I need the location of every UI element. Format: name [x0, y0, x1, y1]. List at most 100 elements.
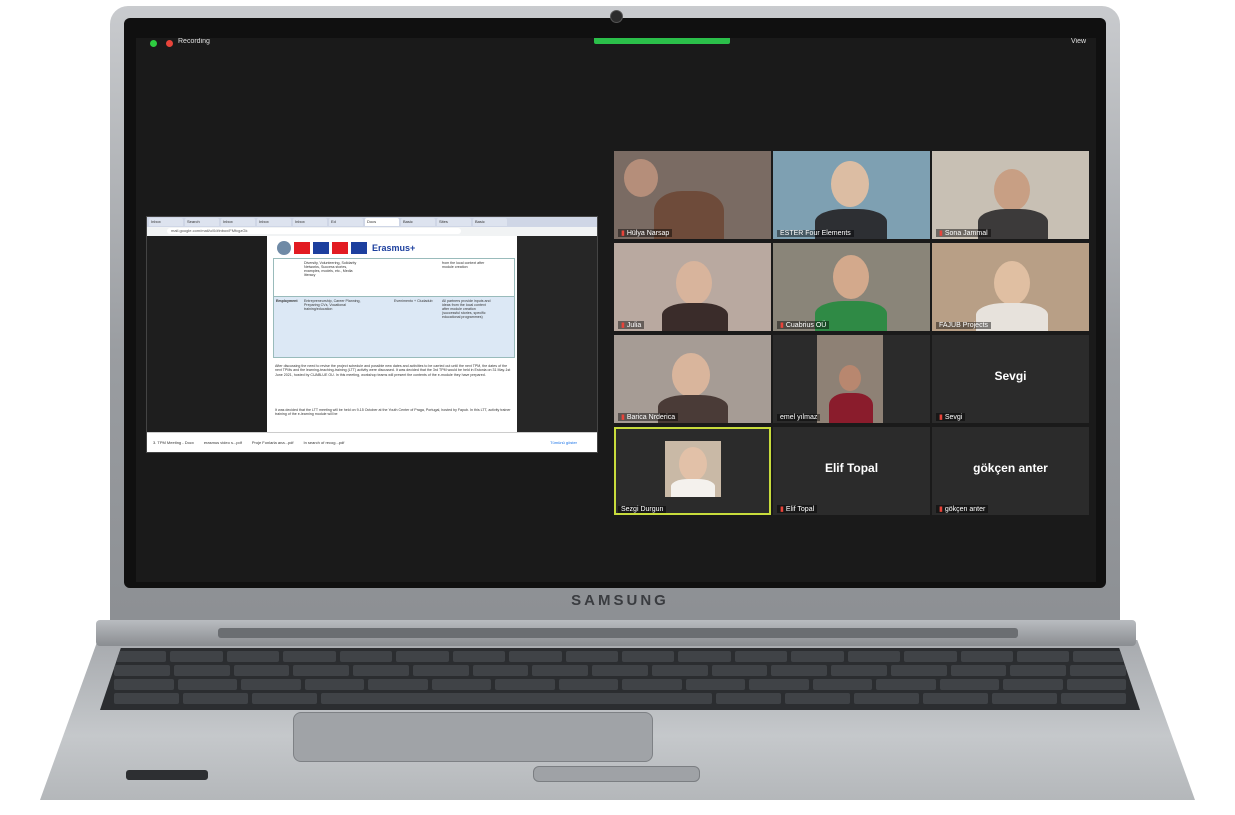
participant-video — [829, 393, 873, 423]
keyboard-row — [100, 693, 1140, 704]
table-cell: Evenimento + Ciudadub — [394, 299, 433, 303]
laptop-hinge-bar — [218, 628, 1018, 638]
keyboard — [100, 648, 1140, 710]
document-right-pane — [517, 236, 597, 432]
browser-tab[interactable]: Inbox — [257, 218, 291, 226]
browser-tab-bar: Inbox Search Inbox Inbox Inbox Ed Docs B… — [147, 217, 597, 227]
webcam — [610, 10, 623, 23]
participant-video — [994, 261, 1030, 305]
keyboard-row — [100, 679, 1140, 690]
screen-share-banner[interactable] — [594, 38, 730, 44]
participant-tile[interactable]: FAJUB Projects — [932, 243, 1089, 331]
participant-display-name: Elif Topal — [824, 461, 879, 475]
participant-tile[interactable]: Sevgi ▮ Sevgi — [932, 335, 1089, 423]
screen: Recording View Inbox Search Inbox Inbox … — [136, 38, 1096, 582]
muted-mic-icon: ▮ — [780, 506, 784, 513]
participant-name: ▮ Elif Topal — [777, 505, 818, 513]
document-page: Erasmus+ Diversity, Volunteering, Solida… — [267, 236, 517, 432]
browser-tab[interactable]: Inbox — [221, 218, 255, 226]
downloads-bar: 3. TPM Meeting - Docx erasmus video s...… — [147, 432, 597, 452]
muted-mic-icon: ▮ — [621, 322, 625, 329]
browser-tab[interactable]: Inbox — [149, 218, 183, 226]
table-cell: Employment — [276, 299, 298, 303]
participant-video — [833, 255, 869, 299]
browser-tab[interactable]: Ed — [329, 218, 363, 226]
participant-tile[interactable]: ESTER Four Elements — [773, 151, 930, 239]
browser-tab[interactable]: Sites — [437, 218, 471, 226]
participant-name: ▮ Sona Jammal — [936, 229, 991, 237]
address-bar: mail.google.com/mail/u/0/#inbox/FMfcgzGk — [147, 227, 597, 236]
turkey-flag-logo — [294, 242, 310, 254]
browser-tab[interactable]: Basic — [473, 218, 507, 226]
participant-video — [662, 303, 728, 331]
document-paragraph: It was decided that the LTT meeting will… — [275, 408, 511, 417]
participant-name: ▮ gökçen anter — [936, 505, 989, 513]
muted-mic-icon: ▮ — [780, 322, 784, 329]
download-item[interactable]: Proje Fonlarla ana...pdf — [252, 440, 294, 445]
participant-tile[interactable]: ▮ Julia — [614, 243, 771, 331]
view-button[interactable]: View — [1071, 38, 1086, 45]
download-item[interactable]: 3. TPM Meeting - Docx — [153, 440, 194, 445]
participant-tile[interactable]: ▮ Hülya Narsap — [614, 151, 771, 239]
participant-tile[interactable]: gökçen anter ▮ gökçen anter — [932, 427, 1089, 515]
participant-name: ▮ Sevgi — [936, 413, 966, 421]
power-indicator — [126, 770, 208, 780]
participant-tile[interactable]: ▮ Barica Nrderica — [614, 335, 771, 423]
security-icon[interactable] — [150, 40, 157, 47]
eu-flag-logo — [313, 242, 329, 254]
download-item[interactable]: In search of recog...pdf — [303, 440, 344, 445]
url-input[interactable]: mail.google.com/mail/u/0/#inbox/FMfcgzGk — [167, 228, 461, 234]
recording-label: Recording — [178, 38, 210, 45]
participant-name: ▮ Barica Nrderica — [618, 413, 679, 421]
table-cell: Diversity, Volunteering, Solidarity Netw… — [304, 261, 357, 277]
document-left-pane — [147, 236, 267, 432]
erasmus-logo: Erasmus+ — [372, 243, 416, 253]
participant-video — [624, 159, 658, 197]
browser-tab[interactable]: Inbox — [293, 218, 327, 226]
zoom-top-bar: Recording View — [136, 38, 1096, 50]
participant-video — [679, 447, 707, 481]
recording-icon — [166, 40, 173, 47]
keyboard-row — [100, 651, 1140, 662]
show-all-downloads-link[interactable]: Tümünü göster — [550, 440, 577, 445]
agency-logo — [332, 242, 348, 254]
participant-video — [994, 169, 1030, 211]
participant-display-name: gökçen anter — [973, 461, 1048, 475]
participant-tile[interactable]: emel yılmaz — [773, 335, 930, 423]
table-row: Employment Entrepreneurship, Career Plan… — [273, 296, 515, 358]
muted-mic-icon: ▮ — [621, 414, 625, 421]
muted-mic-icon: ▮ — [939, 506, 943, 513]
browser-tab[interactable]: Basic — [401, 218, 435, 226]
participant-name: FAJUB Projects — [936, 322, 992, 329]
browser-tab[interactable]: Search — [185, 218, 219, 226]
brand-logo: SAMSUNG — [571, 592, 669, 609]
participant-tile[interactable]: ▮ Sona Jammal — [932, 151, 1089, 239]
participant-name: ▮ Cuabrius OÜ — [777, 321, 830, 329]
participant-name: ▮ Julia — [618, 321, 645, 329]
lid-notch — [533, 766, 700, 782]
touchpad[interactable] — [293, 712, 653, 762]
participant-video — [839, 365, 861, 391]
download-item[interactable]: erasmus video s...pdf — [204, 440, 242, 445]
shared-screen-browser: Inbox Search Inbox Inbox Inbox Ed Docs B… — [146, 216, 598, 453]
avatar — [665, 441, 721, 497]
participant-video — [676, 261, 712, 305]
participant-name: ESTER Four Elements — [777, 230, 854, 237]
table-cell: from the local context after module crea… — [442, 261, 485, 269]
participant-display-name: Sevgi — [994, 369, 1027, 383]
muted-mic-icon: ▮ — [939, 414, 943, 421]
participant-tile[interactable]: ▮ Cuabrius OÜ — [773, 243, 930, 331]
participant-tile-active-speaker[interactable]: Sezgi Durgun — [614, 427, 771, 515]
browser-tab-active[interactable]: Docs — [365, 218, 399, 226]
keyboard-row — [100, 665, 1140, 676]
participant-video — [831, 161, 869, 207]
participant-video — [672, 353, 710, 397]
table-cell: Entrepreneurship, Career Planning, Prepa… — [304, 299, 361, 311]
participant-name: emel yılmaz — [777, 414, 821, 421]
eu-flag-logo — [351, 242, 367, 254]
participant-name: ▮ Hülya Narsap — [618, 229, 673, 237]
participant-tile[interactable]: Elif Topal ▮ Elif Topal — [773, 427, 930, 515]
participant-video — [671, 479, 715, 497]
partner-logo — [277, 241, 291, 255]
participant-name: Sezgi Durgun — [618, 506, 667, 513]
